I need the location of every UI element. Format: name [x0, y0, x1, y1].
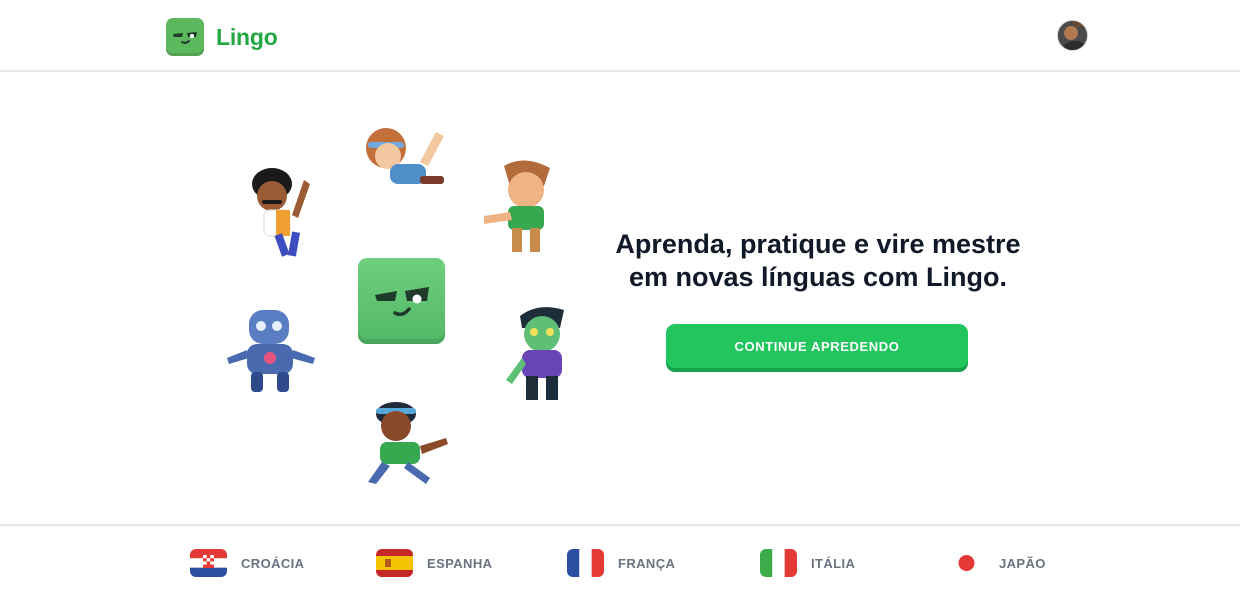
- hero-section: Aprenda, pratique e vire mestre em novas…: [0, 74, 1240, 524]
- character-girl-headband-icon: [366, 128, 444, 184]
- hero-headline: Aprenda, pratique e vire mestre em novas…: [600, 228, 1036, 294]
- character-boy-green-shirt-icon: [484, 160, 550, 252]
- top-header: Lingo: [0, 0, 1240, 72]
- character-robot-icon: [227, 310, 315, 392]
- country-label: CROÁCIA: [241, 555, 305, 571]
- country-item-france[interactable]: FRANÇA: [567, 548, 675, 578]
- brand[interactable]: Lingo: [166, 18, 278, 56]
- country-item-japan[interactable]: JAPÃO: [948, 548, 1046, 578]
- france-flag-icon: [567, 549, 604, 577]
- lingo-mascot-large-icon: [358, 258, 445, 344]
- country-item-croatia[interactable]: CROÁCIA: [190, 548, 304, 578]
- country-label: FRANÇA: [618, 555, 676, 571]
- user-avatar[interactable]: [1057, 20, 1088, 51]
- continue-learning-button[interactable]: CONTINUE APREDENDO: [666, 324, 968, 368]
- language-footer: CROÁCIA ESPANHA FRANÇA ITÁLIA JAPÃO: [0, 524, 1240, 597]
- brand-name: Lingo: [216, 23, 278, 50]
- character-girl-running-icon: [368, 402, 448, 484]
- lingo-mascot-icon: [166, 18, 204, 56]
- country-label: JAPÃO: [999, 555, 1046, 571]
- country-item-italy[interactable]: ITÁLIA: [760, 548, 855, 578]
- headline-line-1: Aprenda, pratique e vire mestre: [615, 229, 1021, 259]
- spain-flag-icon: [376, 549, 413, 577]
- country-label: ITÁLIA: [811, 555, 856, 571]
- headline-line-2: em novas línguas com Lingo.: [628, 262, 1008, 292]
- country-label: ESPANHA: [427, 555, 493, 571]
- croatia-flag-icon: [190, 549, 227, 577]
- country-item-spain[interactable]: ESPANHA: [376, 548, 492, 578]
- italy-flag-icon: [760, 549, 797, 577]
- japan-flag-icon: [948, 549, 985, 577]
- character-zombie-icon: [506, 307, 564, 400]
- character-man-mustache-icon: [252, 168, 310, 257]
